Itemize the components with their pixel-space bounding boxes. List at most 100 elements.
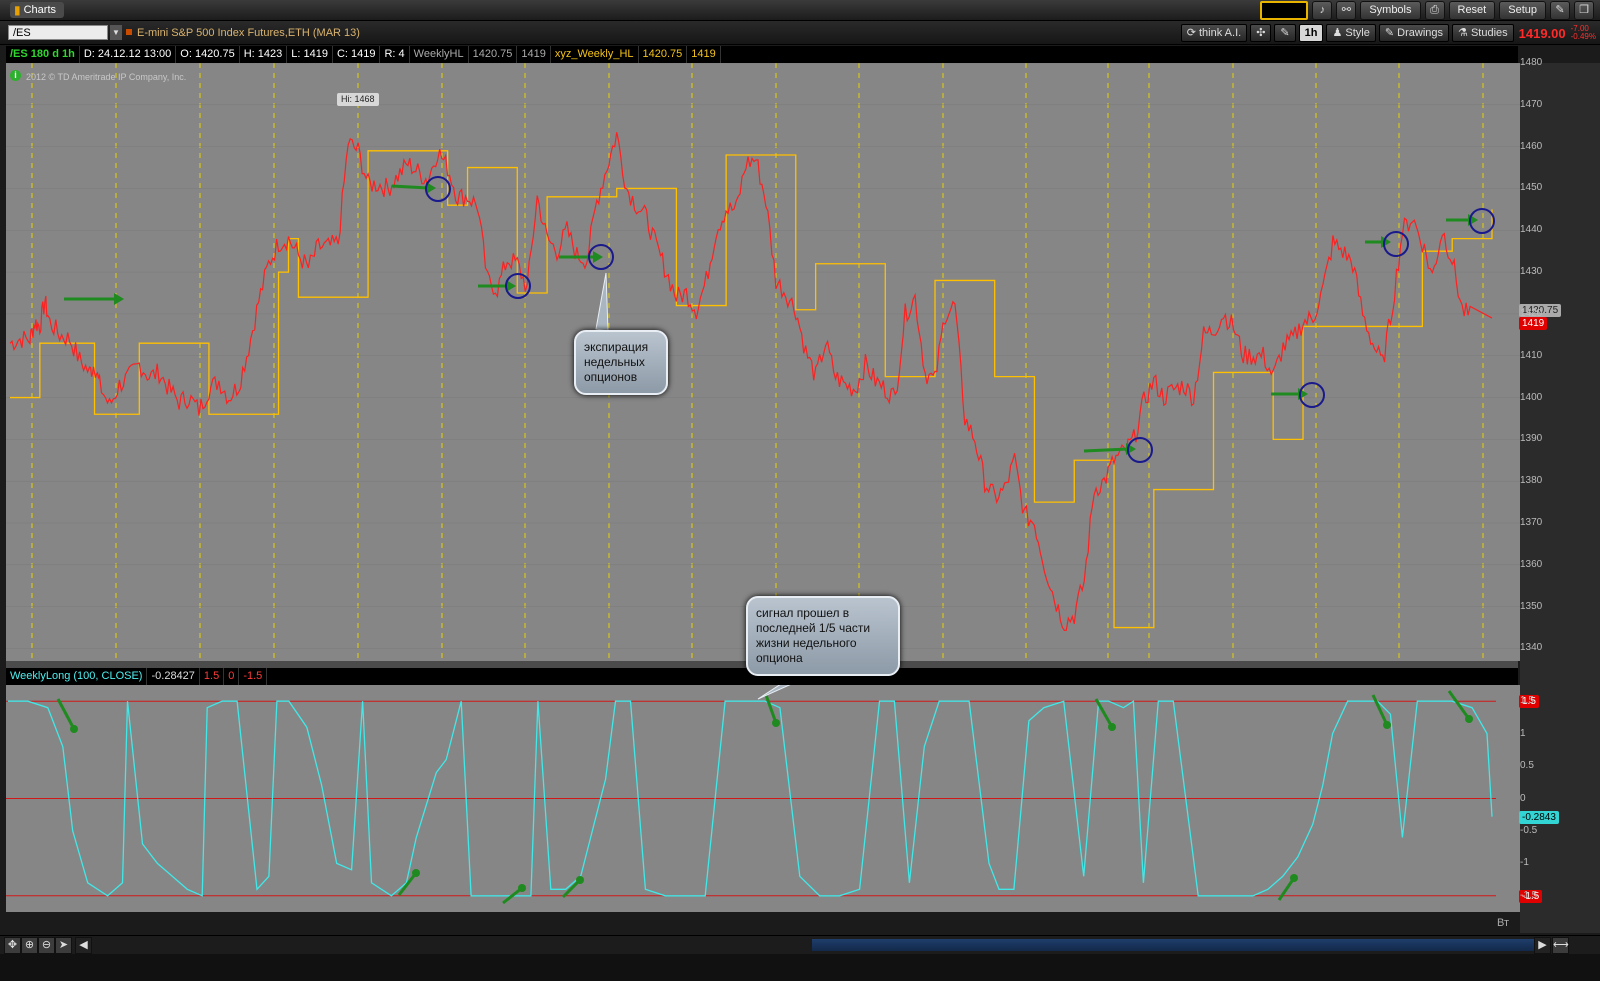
reset-button[interactable]: Reset: [1448, 1, 1496, 20]
arrow-head-icon: [593, 251, 603, 263]
printer-icon[interactable]: ⎙: [1424, 1, 1445, 20]
scroll-left-icon[interactable]: ◀: [75, 937, 92, 954]
pan-icon[interactable]: ✥: [4, 937, 21, 954]
scroll-right-icon[interactable]: ▶: [1534, 937, 1551, 954]
symbol-flag-icon: [126, 29, 132, 35]
osc-tick-label: -1.5: [1520, 889, 1538, 901]
crosshair-icon[interactable]: ✣: [1250, 24, 1272, 42]
arrow-head-icon: [70, 725, 78, 733]
bar-open: O: 1420.75: [176, 46, 240, 63]
study-xyz-value1: 1420.75: [639, 46, 688, 63]
study-weeklyhl-value1: 1420.75: [469, 46, 518, 63]
studies-label: Studies: [1470, 27, 1508, 39]
drawings-button[interactable]: ✎ Drawings: [1378, 24, 1450, 42]
bell-icon[interactable]: ♪: [1312, 1, 1333, 20]
price-tick-label: 1410: [1520, 349, 1543, 361]
info-icon[interactable]: i: [10, 70, 21, 81]
weekly-hl-line: [10, 150, 1493, 629]
study-weeklyhl[interactable]: WeeklyHL: [410, 46, 469, 63]
price-change: -7.00 -0.49%: [1571, 25, 1596, 41]
expand-icon[interactable]: ⟷: [1552, 937, 1569, 954]
price-chart-panel[interactable]: [6, 62, 1520, 661]
price-tick-label: 1470: [1520, 98, 1543, 110]
annotation-signal: сигнал прошел в последней 1/5 части жизн…: [746, 596, 900, 676]
price-axis[interactable]: 1420.75 1419 1.5 -0.2843 -1.5 1480 1470 14…: [1519, 57, 1600, 933]
symbol-toolbar: /ES ▼ E-mini S&P 500 Index Futures,ETH (…: [0, 21, 1600, 45]
zoom-out-icon[interactable]: ⊖: [38, 937, 55, 954]
time-scrollbar[interactable]: [812, 939, 1534, 951]
arrow-head-icon: [772, 719, 780, 727]
osc-tick-label: 0.5: [1520, 760, 1534, 772]
oscillator-panel[interactable]: [6, 681, 1520, 912]
osc-tick-label: -0.5: [1520, 824, 1538, 836]
pencil-icon: ✎: [1384, 27, 1398, 39]
charts-tab[interactable]: ▮ Charts: [10, 2, 65, 18]
osc-arrow-down: [1447, 690, 1471, 720]
price-tick-label: 1430: [1520, 266, 1543, 278]
copyright-text: 2012 © TD Ameritrade IP Company, Inc.: [26, 72, 187, 82]
signal-arrow: [391, 184, 429, 190]
arrow-head-icon: [1290, 874, 1298, 882]
price-tag-current: 1419: [1519, 317, 1548, 331]
price-chart: [6, 62, 1520, 661]
detach-icon[interactable]: ❐: [1574, 1, 1594, 20]
bottom-toolbar: ✥ ⊕ ⊖ ➤ ◀ ▶ ⟷: [0, 935, 1600, 954]
arrow-head-icon: [576, 876, 584, 884]
price-tick-label: 1350: [1520, 600, 1543, 612]
price-tick-label: 1380: [1520, 475, 1543, 487]
ohlc-info-bar: /ES 180 d 1h D: 24.12.12 13:00 O: 1420.7…: [6, 46, 1518, 63]
oscillator-chart: [6, 681, 1496, 905]
arrow-head-icon: [1465, 715, 1473, 723]
top-actions: ♪ ⚯ Symbols ⎙ Reset Setup ✎ ❐: [1260, 1, 1594, 20]
price-tick-label: 1390: [1520, 433, 1543, 445]
callout-pointer: [595, 272, 609, 332]
callout-pointer: [757, 681, 797, 700]
lower-level-lower: -1.5: [239, 668, 268, 685]
studies-button[interactable]: ⚗ Studies: [1452, 24, 1514, 42]
symbol-input[interactable]: /ES: [8, 25, 108, 40]
link-icon[interactable]: ⚯: [1336, 1, 1357, 20]
study-xyz-value2: 1419: [687, 46, 721, 63]
time-axis-day: Вт: [1497, 917, 1510, 929]
symbol-description: E-mini S&P 500 Index Futures,ETH (MAR 13…: [137, 27, 360, 39]
setup-button[interactable]: Setup: [1499, 1, 1546, 20]
lower-level-upper: 1.5: [200, 668, 225, 685]
arrow-head-icon: [518, 884, 526, 892]
signal-arrow: [1083, 447, 1129, 453]
zoom-in-icon[interactable]: ⊕: [21, 937, 38, 954]
wrench-icon[interactable]: ✎: [1274, 24, 1296, 42]
bar-date: D: 24.12.12 13:00: [80, 46, 177, 63]
lower-study-name[interactable]: WeeklyLong (100, CLOSE): [6, 668, 148, 685]
layout-indicator[interactable]: [1260, 1, 1309, 20]
candlestick-icon: ▮: [14, 3, 21, 17]
arrow-head-icon: [1108, 723, 1116, 731]
bar-close: C: 1419: [333, 46, 381, 63]
price-tick-label: 1480: [1520, 57, 1543, 68]
price-tick-label: 1360: [1520, 558, 1543, 570]
bar-low: L: 1419: [287, 46, 333, 63]
think-ai-button[interactable]: ⟳ think A.I.: [1180, 24, 1248, 42]
interval-button[interactable]: 1h: [1298, 24, 1324, 42]
style-icon: ♟: [1332, 27, 1346, 39]
osc-arrow-down: [1094, 698, 1114, 728]
arrow-head-icon: [1383, 721, 1391, 729]
annotation-expiry: экспирация недельных опционов: [574, 330, 668, 395]
pin-icon[interactable]: ✎: [1550, 1, 1570, 20]
style-button[interactable]: ♟ Style: [1326, 24, 1376, 42]
cursor-icon[interactable]: ➤: [55, 937, 72, 954]
osc-tick-label: 1.5: [1520, 695, 1534, 707]
osc-tick-label: 1: [1520, 727, 1526, 739]
lower-study-value: -0.28427: [147, 668, 200, 685]
title-bar: ▮ Charts ♪ ⚯ Symbols ⎙ Reset Setup ✎ ❐: [0, 0, 1600, 21]
study-xyz-weekly-hl[interactable]: xyz_Weekly_HL: [551, 46, 639, 63]
chevron-down-icon[interactable]: ▼: [110, 25, 122, 40]
refresh-icon: ⟳: [1186, 27, 1199, 39]
high-label: Hi: 1468: [337, 93, 379, 106]
symbols-button[interactable]: Symbols: [1360, 1, 1421, 20]
chart-symbol-period: /ES 180 d 1h: [6, 46, 80, 63]
lower-level-zero: 0: [224, 668, 240, 685]
price-line: [9, 132, 1493, 632]
price-tick-label: 1450: [1520, 182, 1543, 194]
price-tick-label: 1420: [1520, 307, 1543, 319]
osc-arrow-down: [764, 694, 778, 724]
